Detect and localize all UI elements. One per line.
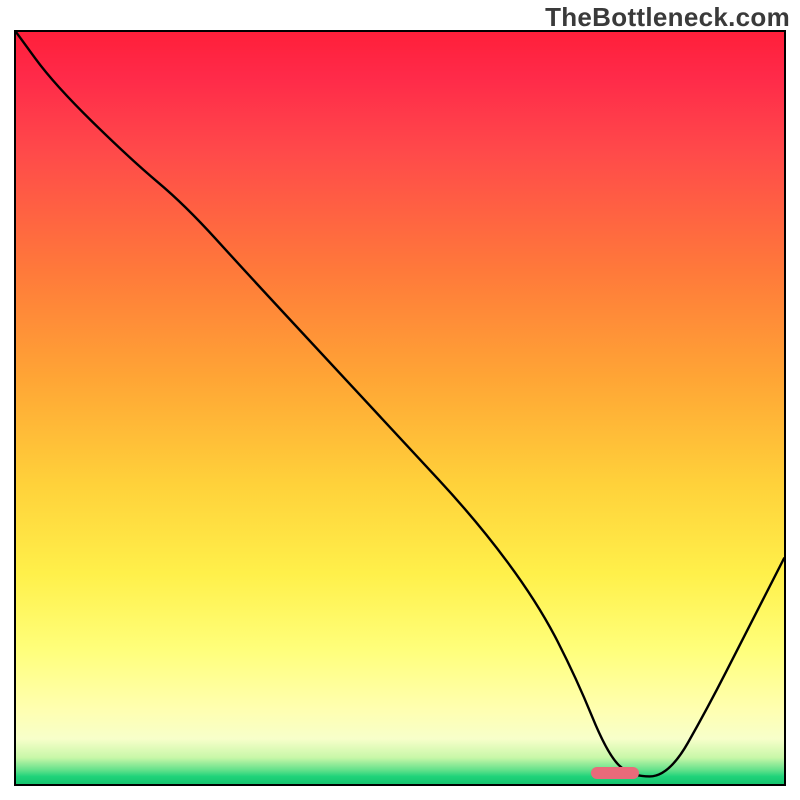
optimal-point-marker: [591, 767, 639, 779]
watermark-text: TheBottleneck.com: [545, 2, 790, 33]
gradient-background: [16, 32, 784, 784]
plot-area: [14, 30, 786, 786]
chart-container: TheBottleneck.com: [0, 0, 800, 800]
